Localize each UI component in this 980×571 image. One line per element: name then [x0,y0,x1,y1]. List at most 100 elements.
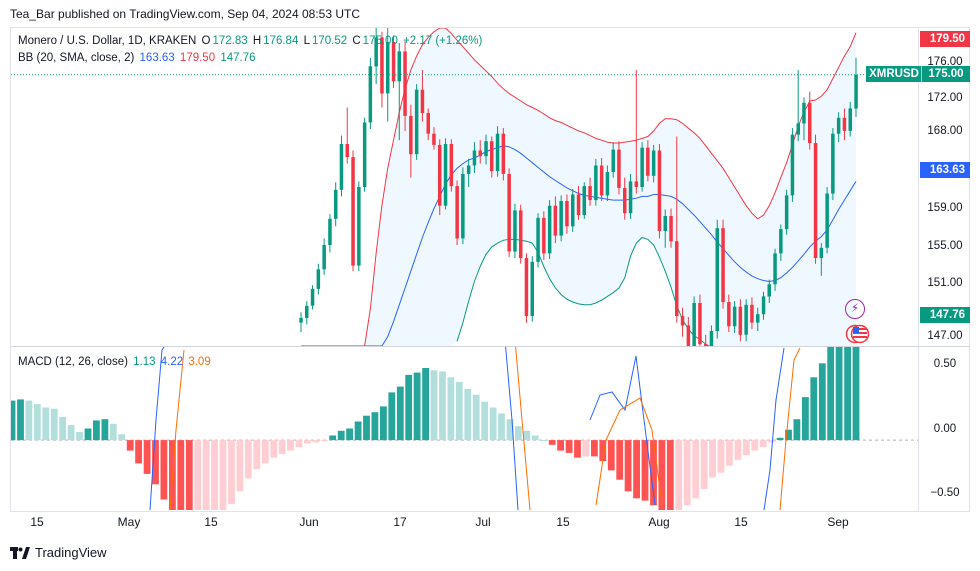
candle-body [391,42,396,82]
macd-histogram-bar [304,440,311,444]
candle-body [848,108,852,131]
candle-body [732,306,737,327]
candle-body [334,189,338,219]
candle-body [322,245,326,270]
time-tick: 15 [30,515,44,529]
price-tick: 151.00 [927,277,963,289]
macd-histogram-bar [515,426,522,441]
price-tick: 155.00 [927,240,963,252]
symbol-tag-label: XMRUSD [867,66,922,82]
candle-body [628,181,633,214]
candle-body [443,144,448,206]
candle-body [669,216,673,242]
candle-body [449,144,454,187]
candle-body [831,133,835,194]
candle-body [420,89,425,114]
macd-histogram-bar [742,440,750,456]
candle-body [750,304,754,323]
macd-histogram-bar [160,440,168,500]
open-label: O [201,35,211,47]
candle-body [761,296,766,315]
candle-body [559,201,563,236]
macd-histogram-bar [337,430,345,441]
footer-brand: TradingView [35,545,107,560]
candle-body [339,144,344,190]
candle-body [796,123,800,135]
candle-body [501,133,506,174]
upper-band-tag: 179.50 [920,31,970,47]
candle-body [553,205,558,236]
macd-histogram-bar [717,440,725,473]
candle-body [813,143,818,258]
candle-body [698,303,702,345]
candle-body [611,149,615,172]
candle-body [790,134,795,196]
bb-lower-value: 147.76 [220,52,256,64]
macd-histogram-bar [776,437,784,441]
macd-histogram-bar [219,440,227,510]
macd-histogram-bar [388,392,396,441]
candle-body [536,217,540,262]
macd-histogram-bar [675,440,683,510]
macd-histogram-bar [455,381,463,441]
macd-histogram-bar [709,440,716,478]
candle-body [727,302,731,327]
price-tick: 172.00 [927,92,963,104]
macd-histogram-bar [101,419,109,441]
candle-body [530,261,534,316]
symbol-legend: Monero / U.S. Dollar, 1D, KRAKEN O 172.83… [18,35,484,47]
bb-basis-value: 163.63 [139,52,175,64]
candle-body [842,117,847,131]
candle-body [316,269,321,289]
macd-histogram-bar [413,372,421,441]
macd-histogram-bar [565,440,573,453]
macd-histogram-bar [430,370,438,441]
us-flag-icon[interactable] [845,324,871,344]
candle-body [426,113,430,134]
macd-histogram-bar [185,440,193,510]
macd-histogram-bar [211,440,218,510]
macd-histogram-bar [540,440,548,442]
candle-body [305,305,309,318]
candle-body [646,147,650,176]
candle-body [657,150,662,231]
candle-body [605,172,610,196]
close-value: 175.00 [362,35,398,47]
candle-body [576,194,581,216]
price-tick: 168.00 [927,125,963,137]
macd-histogram-bar [422,368,429,441]
macd-histogram-bar [472,394,480,441]
macd-histogram-bar [464,388,472,441]
macd-histogram-bar [109,423,117,441]
macd-line-value: 4.22 [160,356,184,368]
bb-title: BB (20, SMA, close, 2) [18,52,135,64]
macd-histogram-bar [818,363,826,441]
macd-histogram-bar [616,440,624,480]
macd-histogram-bar [835,347,843,441]
macd-histogram-bar [447,377,455,441]
candle-body [808,102,812,143]
lightning-icon[interactable]: ⚡ [845,299,865,319]
macd-histogram-bar [17,399,24,441]
macd-histogram-bar [624,440,632,492]
candle-body [403,51,407,116]
macd-histogram-bar [202,440,210,510]
macd-histogram-bar [633,440,640,499]
candle-body [461,173,465,239]
macd-histogram-bar [25,400,33,441]
macd-histogram-bar [228,440,235,505]
macd-tick: −0.50 [930,487,960,499]
candle-body [397,51,401,82]
macd-histogram-bar [683,440,691,506]
candle-body [773,253,777,285]
macd-histogram-bar [380,406,387,441]
time-tick: Aug [648,515,670,529]
chart-canvas[interactable] [0,0,980,571]
high-value: 176.84 [263,35,299,47]
candle-body [582,186,586,216]
tradingview-logo-icon [10,546,30,559]
macd-histogram-bar [439,371,446,441]
macd-legend: MACD (12, 26, close) 1.13 4.22 3.09 [18,356,213,368]
candle-body [599,165,604,196]
macd-signal-value: 3.09 [188,356,211,368]
